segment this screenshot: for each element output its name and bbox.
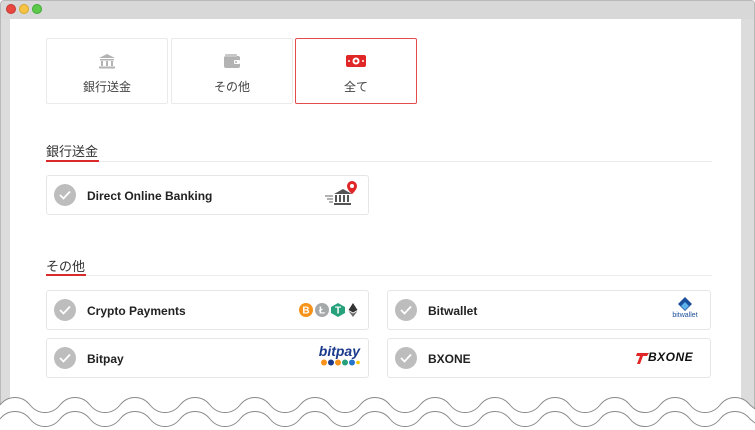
section-title-other: その他: [46, 259, 86, 274]
section-title-bank-transfer: 銀行送金: [46, 144, 99, 159]
section-divider: [46, 161, 712, 162]
method-name: BXONE: [428, 352, 471, 366]
method-name: Direct Online Banking: [87, 189, 213, 203]
torn-edge-decoration: [0, 397, 755, 430]
bitwallet-logo: bitwallet: [668, 296, 702, 320]
maximize-window-button[interactable]: [32, 4, 42, 14]
check-icon: [395, 299, 417, 321]
bank-pin-logo: [324, 180, 360, 213]
minimize-window-button[interactable]: [19, 4, 29, 14]
wallet-icon: [223, 53, 241, 74]
method-crypto-payments[interactable]: Crypto Payments B Ł T: [46, 290, 369, 330]
payment-methods-panel: 銀行送金 その他 全て 銀行送金 Direct Online Banking そ…: [10, 19, 741, 429]
method-bxone[interactable]: BXONE BXONE: [387, 338, 711, 378]
check-icon: [54, 299, 76, 321]
tab-label: 銀行送金: [82, 80, 131, 94]
svg-text:Ł: Ł: [319, 306, 325, 317]
check-icon: [54, 347, 76, 369]
tab-all[interactable]: 全て: [295, 38, 417, 104]
tab-label: その他: [213, 80, 250, 94]
check-icon: [395, 347, 417, 369]
tab-other[interactable]: その他: [171, 38, 293, 104]
cash-icon: [345, 53, 367, 74]
method-name: Bitwallet: [428, 304, 478, 318]
bank-icon: [98, 53, 116, 74]
svg-text:B: B: [302, 306, 309, 317]
svg-text:T: T: [335, 306, 341, 317]
browser-window: 銀行送金 その他 全て 銀行送金 Direct Online Banking そ…: [0, 0, 755, 430]
tab-label: 全て: [343, 80, 368, 94]
title-bar: [1, 1, 754, 19]
method-name: Crypto Payments: [87, 304, 186, 318]
method-bitpay[interactable]: Bitpay bitpay: [46, 338, 369, 378]
tab-bank-transfer[interactable]: 銀行送金: [46, 38, 168, 104]
section-underline: [46, 274, 86, 276]
method-direct-online-banking[interactable]: Direct Online Banking: [46, 175, 369, 215]
section-underline: [46, 160, 99, 162]
bitpay-logo: bitpay: [318, 344, 360, 366]
check-icon: [54, 184, 76, 206]
section-divider: [46, 275, 712, 276]
method-name: Bitpay: [87, 352, 124, 366]
crypto-coins-logo: B Ł T: [298, 302, 360, 323]
close-window-button[interactable]: [6, 4, 16, 14]
method-bitwallet[interactable]: Bitwallet bitwallet: [387, 290, 711, 330]
